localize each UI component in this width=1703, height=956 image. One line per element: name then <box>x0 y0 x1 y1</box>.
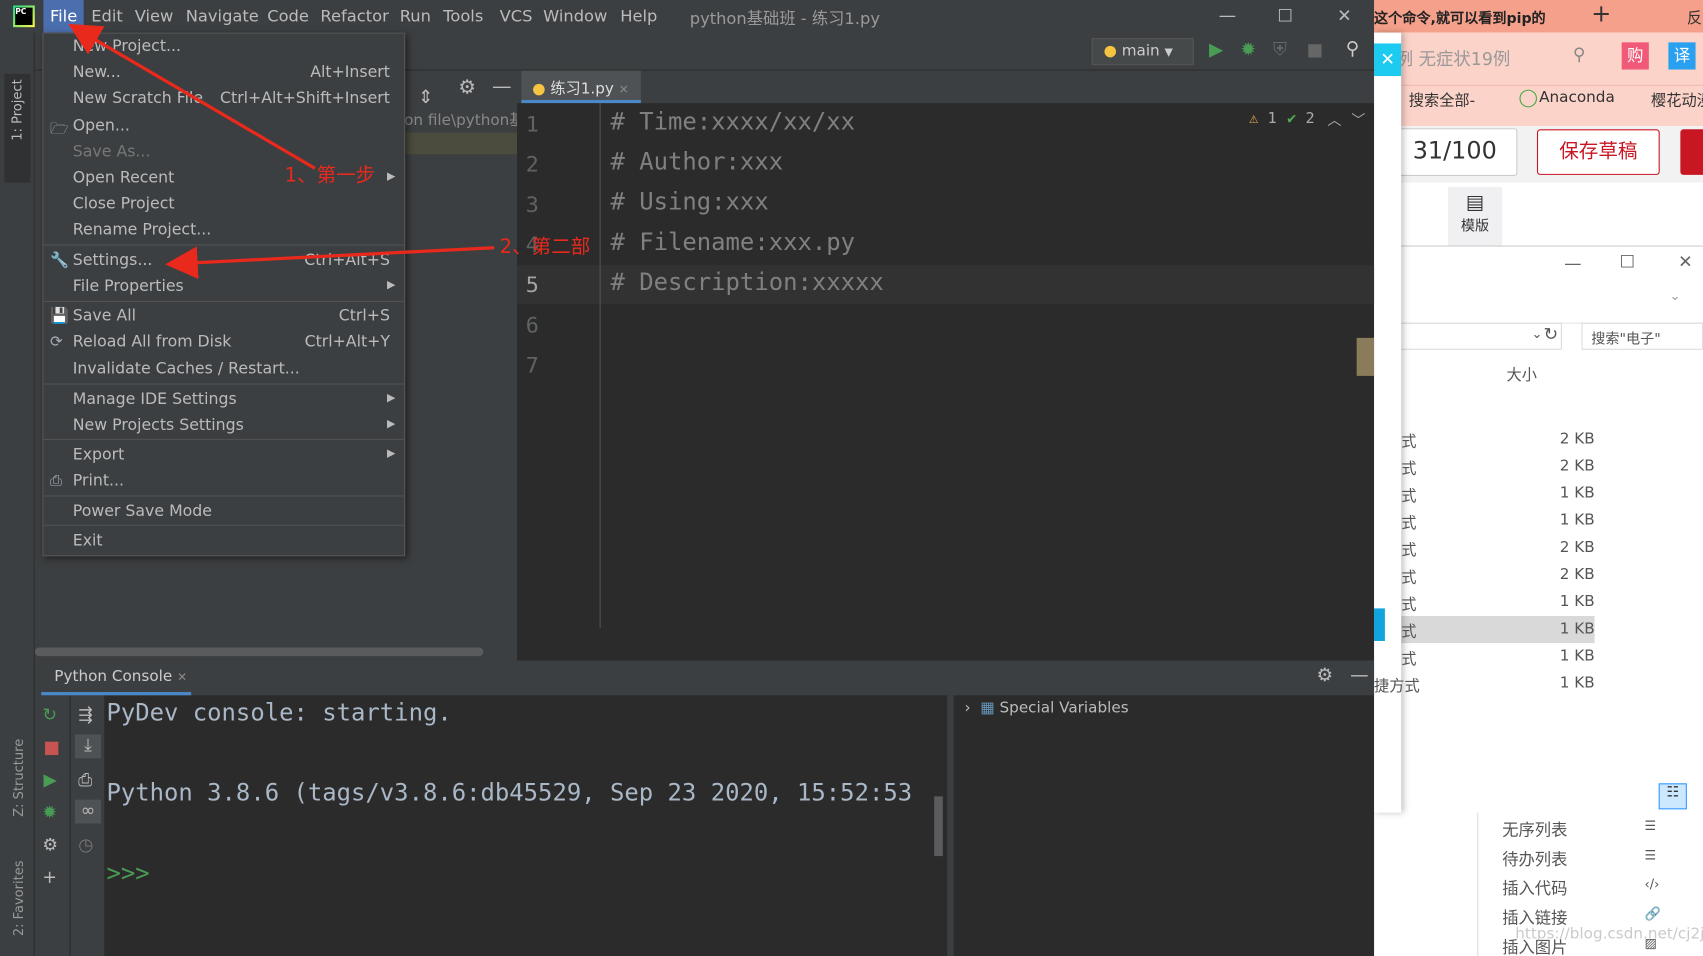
file-size-cell[interactable]: 1 KB <box>1560 620 1595 637</box>
search-input[interactable]: 例 无症状19例 <box>1396 45 1511 71</box>
annotation-step1: 1、第一步 <box>284 164 376 187</box>
refresh-icon[interactable]: ↻ <box>1543 324 1558 345</box>
arrow-step2 <box>165 246 495 279</box>
screen: 这个命令,就可以看到pip的 + 反 例 无症状19例 ⚲ 购 译 搜索全部- … <box>0 0 1703 956</box>
explorer-search-placeholder: 搜索"电子" <box>1591 331 1661 348</box>
maximize-icon[interactable]: ☐ <box>1620 251 1636 272</box>
file-explorer-window: — ☐ ✕ ⌄ ⌄ ↻ 搜索"电子" 大小 ☷ <box>1374 245 1703 813</box>
file-type-cell[interactable]: 捷方式 <box>1374 675 1420 697</box>
file-type-cell[interactable]: 式 <box>1401 593 1416 615</box>
annotation-step2: 2、第二部 <box>499 235 591 259</box>
article-header: 31/100 保存草稿 <box>1374 126 1703 183</box>
translate-icon[interactable]: 译 <box>1668 42 1696 70</box>
title-count: 31/100 <box>1395 128 1518 176</box>
publish-button[interactable] <box>1680 129 1703 175</box>
insert-menu-item[interactable]: 待办列表 <box>1502 847 1567 870</box>
save-draft-button[interactable]: 保存草稿 <box>1536 129 1660 175</box>
background-windows: 这个命令,就可以看到pip的 + 反 例 无症状19例 ⚲ 购 译 搜索全部- … <box>1374 0 1703 956</box>
insert-menu-item[interactable]: 无序列表 <box>1502 818 1567 841</box>
template-button[interactable]: ▤ 模版 <box>1447 186 1503 247</box>
template-label: 模版 <box>1460 218 1490 235</box>
close-icon[interactable]: ✕ <box>1374 43 1402 77</box>
browser-address-bar: 例 无症状19例 ⚲ 购 译 <box>1374 32 1703 85</box>
file-type-cell[interactable]: 式 <box>1401 457 1416 479</box>
browser-tab[interactable]: 这个命令,就可以看到pip的 <box>1374 7 1546 27</box>
file-size-cell[interactable]: 1 KB <box>1560 647 1595 664</box>
file-type-cell[interactable]: 式 <box>1401 566 1416 588</box>
browser-tab-bar: 这个命令,就可以看到pip的 + 反 <box>1374 0 1703 33</box>
anaconda-icon: ◯ <box>1518 86 1538 108</box>
file-size-cell[interactable]: 2 KB <box>1560 539 1595 556</box>
insert-menu-icon: ☰ <box>1644 847 1657 863</box>
shop-icon[interactable]: 购 <box>1621 42 1649 70</box>
insert-menu-item[interactable]: 插入代码 <box>1502 877 1567 900</box>
bookmark[interactable]: 樱花动漫 <box>1651 89 1703 111</box>
details-view-button[interactable]: ☷ <box>1658 783 1687 810</box>
template-icon: ▤ <box>1465 191 1485 215</box>
new-tab-icon[interactable]: + <box>1591 1 1611 28</box>
search-icon[interactable]: ⚲ <box>1573 43 1586 64</box>
file-type-cell[interactable]: 式 <box>1401 647 1416 669</box>
watermark: https://blog.csdn.net/cj2jb <box>1515 925 1703 943</box>
bookmark[interactable]: 搜索全部- <box>1409 89 1475 111</box>
insert-menu-icon: ☰ <box>1644 818 1657 834</box>
explorer-search-input[interactable]: 搜索"电子" <box>1581 322 1703 350</box>
file-size-cell[interactable]: 1 KB <box>1560 512 1595 529</box>
address-field[interactable]: ⌄ ↻ <box>1374 322 1562 350</box>
side-button[interactable] <box>1374 608 1385 641</box>
column-header-size[interactable]: 大小 <box>1507 364 1537 386</box>
file-size-cell[interactable]: 2 KB <box>1560 566 1595 583</box>
minimize-icon[interactable]: — <box>1564 253 1581 274</box>
bookmarks-bar: 搜索全部- ◯ Anaconda 樱花动漫 <box>1374 84 1703 127</box>
file-type-cell[interactable]: 式 <box>1401 485 1416 507</box>
file-size-cell[interactable]: 1 KB <box>1560 675 1595 692</box>
file-size-cell[interactable]: 2 KB <box>1560 457 1595 474</box>
file-size-cell[interactable]: 2 KB <box>1560 430 1595 447</box>
file-type-cell[interactable]: 式 <box>1401 539 1416 561</box>
insert-menu-icon: ‹/› <box>1644 876 1660 892</box>
chevron-down-icon[interactable]: ⌄ <box>1669 288 1680 303</box>
close-icon[interactable]: ✕ <box>1678 251 1693 272</box>
arrow-step1 <box>68 23 316 170</box>
file-type-cell[interactable]: 式 <box>1401 620 1416 642</box>
browser-tab-partial[interactable]: 反 <box>1687 7 1702 29</box>
file-type-cell[interactable]: 式 <box>1401 512 1416 534</box>
file-size-cell[interactable]: 1 KB <box>1560 593 1595 610</box>
file-type-cell[interactable]: 式 <box>1401 430 1416 452</box>
file-size-cell[interactable]: 1 KB <box>1560 485 1595 502</box>
insert-menu-icon: 🔗 <box>1644 906 1661 922</box>
bookmark[interactable]: Anaconda <box>1539 89 1615 106</box>
annotation-arrows <box>68 23 495 279</box>
chevron-down-icon[interactable]: ⌄ <box>1532 326 1543 341</box>
